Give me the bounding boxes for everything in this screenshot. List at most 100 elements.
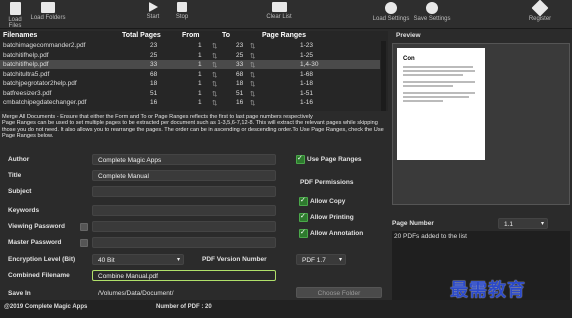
encryption-select[interactable]: 40 Bit ▾ — [92, 254, 184, 265]
from-cell[interactable]: 1 — [198, 42, 202, 49]
header-page-ranges[interactable]: Page Ranges — [262, 32, 306, 39]
file-name-cell: batchitultra5.pdf — [3, 70, 50, 78]
file-name-cell: batchitifhelp.pdf — [3, 61, 49, 68]
stepper-icon[interactable]: ⇅ — [212, 61, 217, 69]
save-settings-button[interactable]: Save Settings — [412, 2, 452, 22]
start-button[interactable]: Start — [144, 2, 162, 20]
load-settings-button[interactable]: Load Settings — [372, 2, 410, 22]
allow-printing-label: Allow Printing — [310, 214, 354, 221]
table-row[interactable]: batchitifhelp.pdf 33 1 33 1,4-30 ⇅ ⇅ — [0, 60, 380, 69]
file-icon — [9, 2, 21, 15]
viewing-password-field[interactable] — [92, 221, 276, 232]
stepper-icon[interactable]: ⇅ — [212, 99, 217, 107]
from-cell[interactable]: 1 — [198, 80, 202, 87]
table-row[interactable]: batchimagecommander2.pdf 23 1 23 1-23 ⇅ ⇅ — [0, 41, 380, 50]
table-row[interactable]: batchitifhelp.pdf 25 1 25 1-25 ⇅ ⇅ — [0, 51, 380, 60]
master-password-field[interactable] — [92, 237, 276, 248]
copyright-text: @2019 Complete Magic Apps — [4, 304, 88, 310]
stepper-icon[interactable]: ⇅ — [250, 42, 255, 50]
to-cell[interactable]: 51 — [236, 90, 243, 97]
page-range-cell[interactable]: 1-25 — [300, 52, 313, 59]
stepper-icon[interactable]: ⇅ — [212, 52, 217, 60]
allow-annotation-checkbox[interactable] — [299, 228, 308, 238]
stepper-icon[interactable]: ⇅ — [250, 52, 255, 60]
stop-icon — [177, 2, 187, 12]
stepper-icon[interactable]: ⇅ — [250, 80, 255, 88]
total-pages-cell: 33 — [150, 61, 158, 68]
viewing-password-label: Viewing Password — [8, 223, 65, 230]
load-files-button[interactable]: Load Files — [2, 2, 28, 29]
pdf-version-label: PDF Version Number — [202, 256, 267, 263]
use-page-ranges-checkbox[interactable] — [296, 154, 305, 164]
subject-field[interactable] — [92, 186, 276, 197]
from-cell[interactable]: 1 — [198, 52, 202, 59]
keywords-label: Keywords — [8, 207, 40, 214]
to-cell[interactable]: 18 — [236, 80, 243, 87]
stepper-icon[interactable]: ⇅ — [212, 71, 217, 79]
toolbar: Load Files Load Folders Start Stop Clear… — [0, 0, 572, 29]
allow-annotation-label: Allow Annotation — [310, 230, 364, 237]
allow-printing-checkbox[interactable] — [299, 212, 308, 222]
load-folders-button[interactable]: Load Folders — [30, 2, 66, 21]
page-range-cell[interactable]: 1-23 — [300, 42, 313, 49]
clear-icon — [271, 2, 287, 12]
table-row[interactable]: batchjpegrotator2help.pdf 18 1 18 1-18 ⇅ ⇅ — [0, 79, 380, 88]
title-label: Title — [8, 172, 22, 179]
page-number-select[interactable]: 1.1 ▾ — [498, 218, 548, 229]
stop-button[interactable]: Stop — [173, 2, 191, 20]
file-name-cell: batchimagecommander2.pdf — [3, 42, 86, 49]
to-cell[interactable]: 23 — [236, 42, 243, 49]
table-row[interactable]: cmbatchipegdatechanger.pdf 16 1 16 1-16 ⇅ ⇅ — [0, 98, 380, 107]
choose-folder-button[interactable]: Choose Folder — [296, 287, 382, 298]
stepper-icon[interactable]: ⇅ — [212, 42, 217, 50]
register-button[interactable]: Register — [527, 0, 553, 22]
table-row[interactable]: batchitultra5.pdf 68 1 68 1-68 ⇅ ⇅ — [0, 70, 380, 79]
page-range-cell[interactable]: 1-68 — [300, 71, 313, 78]
stepper-icon[interactable]: ⇅ — [250, 90, 255, 98]
chevron-down-icon: ▾ — [176, 257, 180, 263]
preview-area[interactable]: Con — [392, 43, 570, 205]
to-cell[interactable]: 68 — [236, 71, 243, 78]
from-cell[interactable]: 1 — [198, 61, 202, 68]
log-text: 20 PDFs added to the list — [394, 233, 467, 240]
stepper-icon[interactable]: ⇅ — [250, 61, 255, 69]
to-cell[interactable]: 33 — [236, 61, 243, 68]
page-range-cell[interactable]: 1-16 — [300, 99, 313, 106]
stepper-icon[interactable]: ⇅ — [250, 71, 255, 79]
file-list[interactable]: Filenames Total Pages From To Page Range… — [0, 31, 388, 111]
pdf-version-select[interactable]: PDF 1.7 ▾ — [296, 254, 346, 265]
to-cell[interactable]: 16 — [236, 99, 243, 106]
header-from[interactable]: From — [182, 32, 200, 39]
combined-filename-field[interactable]: Combine Manual.pdf — [92, 270, 276, 281]
from-cell[interactable]: 1 — [198, 90, 202, 97]
keywords-field[interactable] — [92, 205, 276, 216]
page-range-cell[interactable]: 1-51 — [300, 90, 313, 97]
viewing-password-checkbox[interactable] — [80, 223, 88, 231]
total-pages-cell: 25 — [150, 51, 158, 59]
author-field[interactable]: Complete Magic Apps — [92, 154, 276, 165]
master-password-checkbox[interactable] — [80, 239, 88, 247]
from-cell[interactable]: 1 — [198, 71, 202, 78]
page-range-cell[interactable]: 1-18 — [300, 80, 313, 87]
header-total-pages[interactable]: Total Pages — [122, 32, 161, 39]
page-heading-graphic: Con — [403, 56, 415, 62]
clear-list-button[interactable]: Clear List — [266, 2, 292, 20]
folder-icon — [41, 2, 55, 13]
file-list-header: Filenames Total Pages From To Page Range… — [0, 31, 388, 41]
to-cell[interactable]: 25 — [236, 52, 243, 59]
table-row[interactable]: batfreesizer3.pdf 51 1 51 1-51 ⇅ ⇅ — [0, 89, 380, 98]
pdf-count-text: Number of PDF : 20 — [156, 304, 212, 310]
header-to[interactable]: To — [222, 32, 230, 39]
encryption-label: Encryption Level (Bit) — [8, 256, 76, 263]
stepper-icon[interactable]: ⇅ — [212, 80, 217, 88]
file-list-scrollbar[interactable] — [381, 41, 386, 111]
allow-copy-checkbox[interactable] — [299, 196, 308, 206]
title-field[interactable]: Complete Manual — [92, 170, 276, 181]
page-range-cell[interactable]: 1,4-30 — [300, 61, 318, 68]
page-thumbnail: Con — [397, 48, 485, 160]
stepper-icon[interactable]: ⇅ — [250, 99, 255, 107]
from-cell[interactable]: 1 — [198, 99, 202, 106]
use-page-ranges-label: Use Page Ranges — [307, 156, 362, 163]
stepper-icon[interactable]: ⇅ — [212, 90, 217, 98]
header-filenames[interactable]: Filenames — [3, 32, 37, 39]
